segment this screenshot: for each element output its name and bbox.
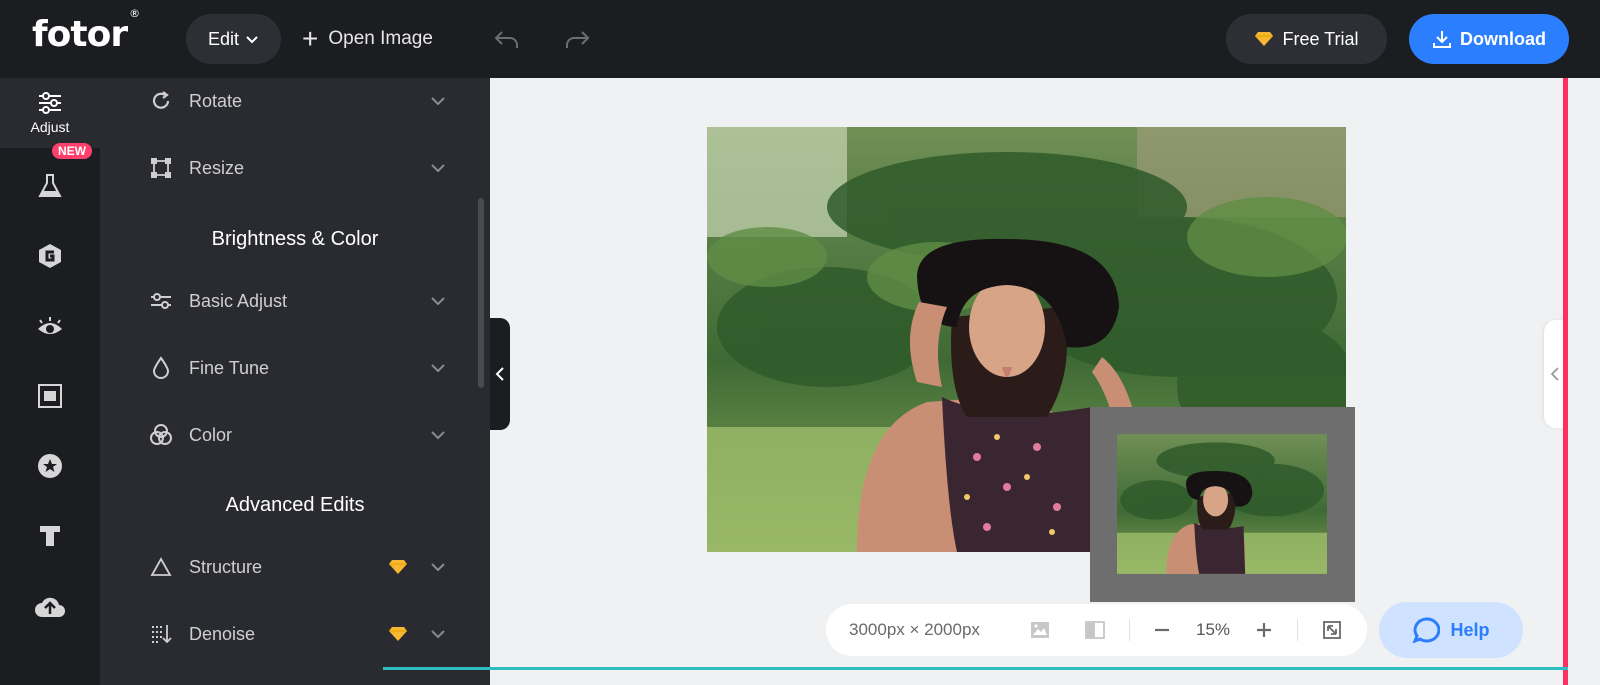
zoom-out-icon[interactable] (1151, 619, 1173, 641)
tool-rail: Adjust (0, 78, 100, 685)
rail-item-frames[interactable] (0, 376, 100, 416)
help-label: Help (1450, 619, 1490, 640)
panel-row-denoise[interactable]: Denoise (100, 604, 490, 664)
chevron-left-icon (495, 367, 504, 381)
panel-row-label: Structure (189, 556, 263, 577)
rail-adjust-label: Adjust (30, 119, 70, 135)
minimap-navigator[interactable] (1090, 407, 1355, 602)
undo-icon[interactable] (492, 24, 522, 54)
compare-icon[interactable] (1084, 619, 1106, 641)
chat-bubble-icon (1413, 617, 1441, 643)
adjust-panel: Rotate Resize Brightness & Color Basic A… (100, 78, 490, 685)
panel-row-label: Basic Adjust (189, 290, 288, 311)
open-image-label: Open Image (328, 28, 433, 49)
fit-screen-icon[interactable] (1321, 619, 1343, 641)
free-trial-label: Free Trial (1282, 28, 1359, 49)
rail-item-uploads[interactable] (0, 586, 100, 626)
zoom-level: 15% (1196, 620, 1231, 639)
download-button[interactable]: Download (1409, 14, 1569, 64)
collapse-panel-button[interactable] (490, 318, 510, 430)
rail-item-effects[interactable] (0, 166, 100, 206)
fotor-logo[interactable]: fotor® (32, 7, 140, 55)
panel-row-resize[interactable]: Resize (100, 138, 490, 198)
logo-registered-mark: ® (129, 7, 140, 20)
sliders-icon (148, 288, 174, 314)
plus-icon: + (302, 23, 319, 54)
panel-row-basic-adjust[interactable]: Basic Adjust (100, 271, 490, 331)
edit-label: Edit (207, 28, 240, 49)
redo-icon[interactable] (562, 24, 592, 54)
denoise-icon (148, 621, 174, 647)
chevron-down-icon (431, 297, 445, 306)
chevron-down-icon (431, 97, 445, 106)
free-trial-button[interactable]: Free Trial (1226, 14, 1387, 64)
panel-row-rotate[interactable]: Rotate (100, 71, 490, 131)
panel-row-fine-tune[interactable]: Fine Tune (100, 338, 490, 398)
panel-row-color[interactable]: Color (100, 405, 490, 465)
top-bar: fotor® Edit + Open Image Free Trial Down… (0, 0, 1600, 78)
chevron-down-icon (246, 36, 258, 44)
rail-item-beauty[interactable] (0, 306, 100, 346)
zoom-in-icon[interactable] (1253, 619, 1275, 641)
rail-item-stickers[interactable] (0, 446, 100, 486)
chevron-down-icon (431, 630, 445, 639)
ai-g-icon (39, 244, 61, 268)
panel-row-label: Denoise (189, 623, 256, 644)
star-badge-icon (38, 454, 62, 478)
chevron-down-icon (431, 431, 445, 440)
panel-row-label: Rotate (189, 90, 243, 111)
premium-diamond-icon (389, 560, 407, 574)
help-button[interactable]: Help (1379, 602, 1523, 658)
resize-icon (148, 155, 174, 181)
chevron-down-icon (431, 563, 445, 572)
eye-icon (38, 317, 62, 334)
download-icon (1433, 31, 1451, 48)
frame-icon (38, 384, 62, 408)
section-title-brightness-color: Brightness & Color (211, 228, 379, 250)
panel-row-structure[interactable]: Structure (100, 537, 490, 597)
rotate-icon (148, 88, 174, 114)
rail-item-ai-tools[interactable] (0, 236, 100, 276)
logo-text: fotor (32, 14, 128, 55)
panel-scrollbar[interactable] (478, 198, 484, 388)
bottom-accent-strip (383, 667, 1568, 670)
chevron-down-icon (431, 164, 445, 173)
download-label: Download (1460, 28, 1546, 49)
minimap-preview (1117, 434, 1327, 574)
rail-item-adjust[interactable]: Adjust (0, 78, 100, 148)
image-dimensions: 3000px × 2000px (849, 620, 980, 639)
edge-accent-strip (1563, 78, 1568, 685)
cloud-upload-icon (35, 597, 65, 617)
sliders-icon (39, 92, 61, 114)
section-title-advanced-edits: Advanced Edits (225, 494, 365, 516)
divider (1297, 619, 1298, 641)
open-image-button[interactable]: + Open Image (302, 14, 433, 64)
flask-icon (38, 174, 62, 197)
panel-row-label: Resize (189, 157, 245, 178)
chevron-left-icon (1550, 367, 1559, 381)
panel-row-label: Color (189, 424, 233, 445)
diamond-icon (1255, 32, 1274, 46)
edit-menu-button[interactable]: Edit (186, 14, 281, 64)
new-badge: NEW (52, 143, 92, 159)
drop-icon (148, 355, 174, 381)
rail-item-text[interactable] (0, 516, 100, 556)
zoom-toolbar: 3000px × 2000px 15% (826, 604, 1367, 656)
panel-row-label: Fine Tune (189, 357, 270, 378)
divider (1129, 619, 1130, 641)
color-circles-icon (148, 422, 174, 448)
triangle-icon (148, 554, 174, 580)
premium-diamond-icon (389, 627, 407, 641)
image-icon[interactable] (1029, 619, 1051, 641)
chevron-down-icon (431, 364, 445, 373)
text-icon (40, 526, 60, 546)
